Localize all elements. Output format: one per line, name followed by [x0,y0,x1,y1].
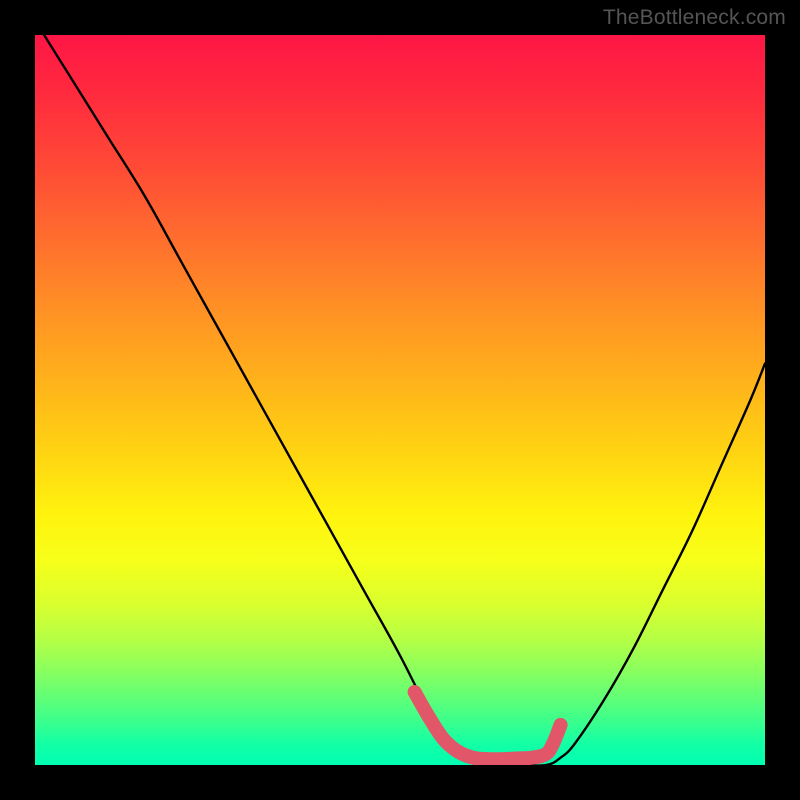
optimal-band-path [415,692,561,759]
curve-layer [35,35,765,765]
plot-area [35,35,765,765]
chart-frame: TheBottleneck.com [0,0,800,800]
bottleneck-curve-path [35,35,765,765]
watermark-text: TheBottleneck.com [603,6,786,30]
